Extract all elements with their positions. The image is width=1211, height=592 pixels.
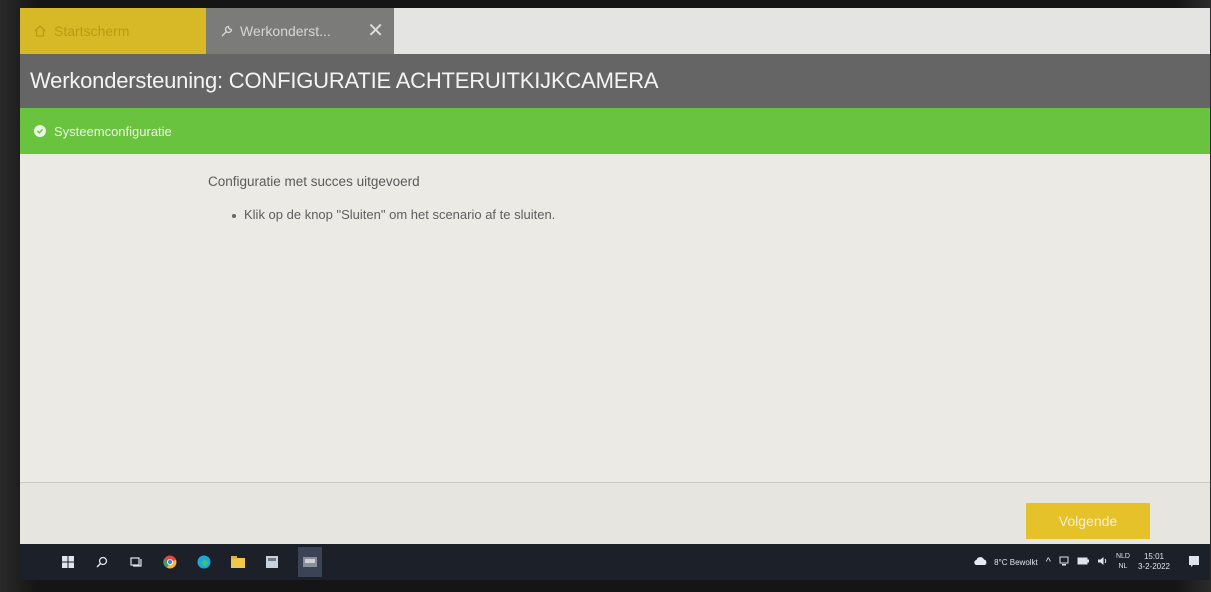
status-message: Configuratie met succes uitgevoerd xyxy=(208,174,420,189)
windows-start-icon[interactable] xyxy=(60,554,76,570)
weather-widget[interactable]: 8°C Bewolkt xyxy=(972,556,1038,568)
language-indicator[interactable]: NLD NL xyxy=(1116,552,1130,572)
title-bar: Werkondersteuning: CONFIGURATIE ACHTERUI… xyxy=(20,54,1210,108)
next-button[interactable]: Volgende xyxy=(1026,503,1150,539)
network-icon[interactable] xyxy=(1059,556,1069,568)
active-app-icon[interactable] xyxy=(298,547,322,577)
tab-label: Werkonderst... xyxy=(240,23,331,39)
battery-icon[interactable] xyxy=(1077,557,1089,567)
volume-icon[interactable] xyxy=(1097,556,1108,568)
section-label: Systeemconfiguratie xyxy=(54,123,172,139)
edge-icon[interactable] xyxy=(196,554,212,570)
chrome-icon[interactable] xyxy=(162,554,178,570)
tab-werkondersteuning[interactable]: Werkonderst... ✕ xyxy=(206,8,394,54)
close-icon[interactable]: ✕ xyxy=(367,21,384,41)
section-header[interactable]: Systeemconfiguratie xyxy=(20,108,1210,154)
system-tray: 8°C Bewolkt ^ NLD NL 15:01 3-2-2022 xyxy=(972,544,1200,580)
app-icon[interactable] xyxy=(264,554,280,570)
content-panel: Configuratie met succes uitgevoerd Klik … xyxy=(20,154,1210,482)
notification-icon[interactable] xyxy=(1188,555,1200,569)
wrench-icon xyxy=(218,23,234,39)
cloud-icon xyxy=(972,556,988,568)
chevron-up-icon[interactable]: ^ xyxy=(1046,556,1051,568)
tab-label: Startscherm xyxy=(54,23,130,39)
footer: Volgende xyxy=(20,483,1210,544)
instruction-item: Klik op de knop "Sluiten" om het scenari… xyxy=(232,207,555,222)
bullet-icon xyxy=(232,213,236,218)
tab-bar: Startscherm Werkonderst... ✕ xyxy=(20,8,1210,54)
home-icon xyxy=(32,23,48,39)
clock-date: 3-2-2022 xyxy=(1137,562,1170,571)
clock-time: 15:01 xyxy=(1143,552,1164,561)
screen: Startscherm Werkonderst... ✕ Werkonderst… xyxy=(20,8,1210,580)
language-code: NLD xyxy=(1115,553,1130,560)
tab-startscherm[interactable]: Startscherm xyxy=(20,8,206,54)
check-circle-icon xyxy=(34,125,46,137)
page-title: Werkondersteuning: CONFIGURATIE ACHTERUI… xyxy=(30,68,659,93)
task-view-icon[interactable] xyxy=(128,554,144,570)
taskbar: 8°C Bewolkt ^ NLD NL 15:01 3-2-2022 xyxy=(20,544,1210,580)
weather-text: 8°C Bewolkt xyxy=(994,557,1038,567)
instruction-text: Klik op de knop "Sluiten" om het scenari… xyxy=(244,207,556,222)
keyboard-layout: NL xyxy=(1118,563,1128,570)
search-icon[interactable] xyxy=(94,554,110,570)
clock[interactable]: 15:01 3-2-2022 xyxy=(1138,552,1170,572)
file-explorer-icon[interactable] xyxy=(230,554,246,570)
